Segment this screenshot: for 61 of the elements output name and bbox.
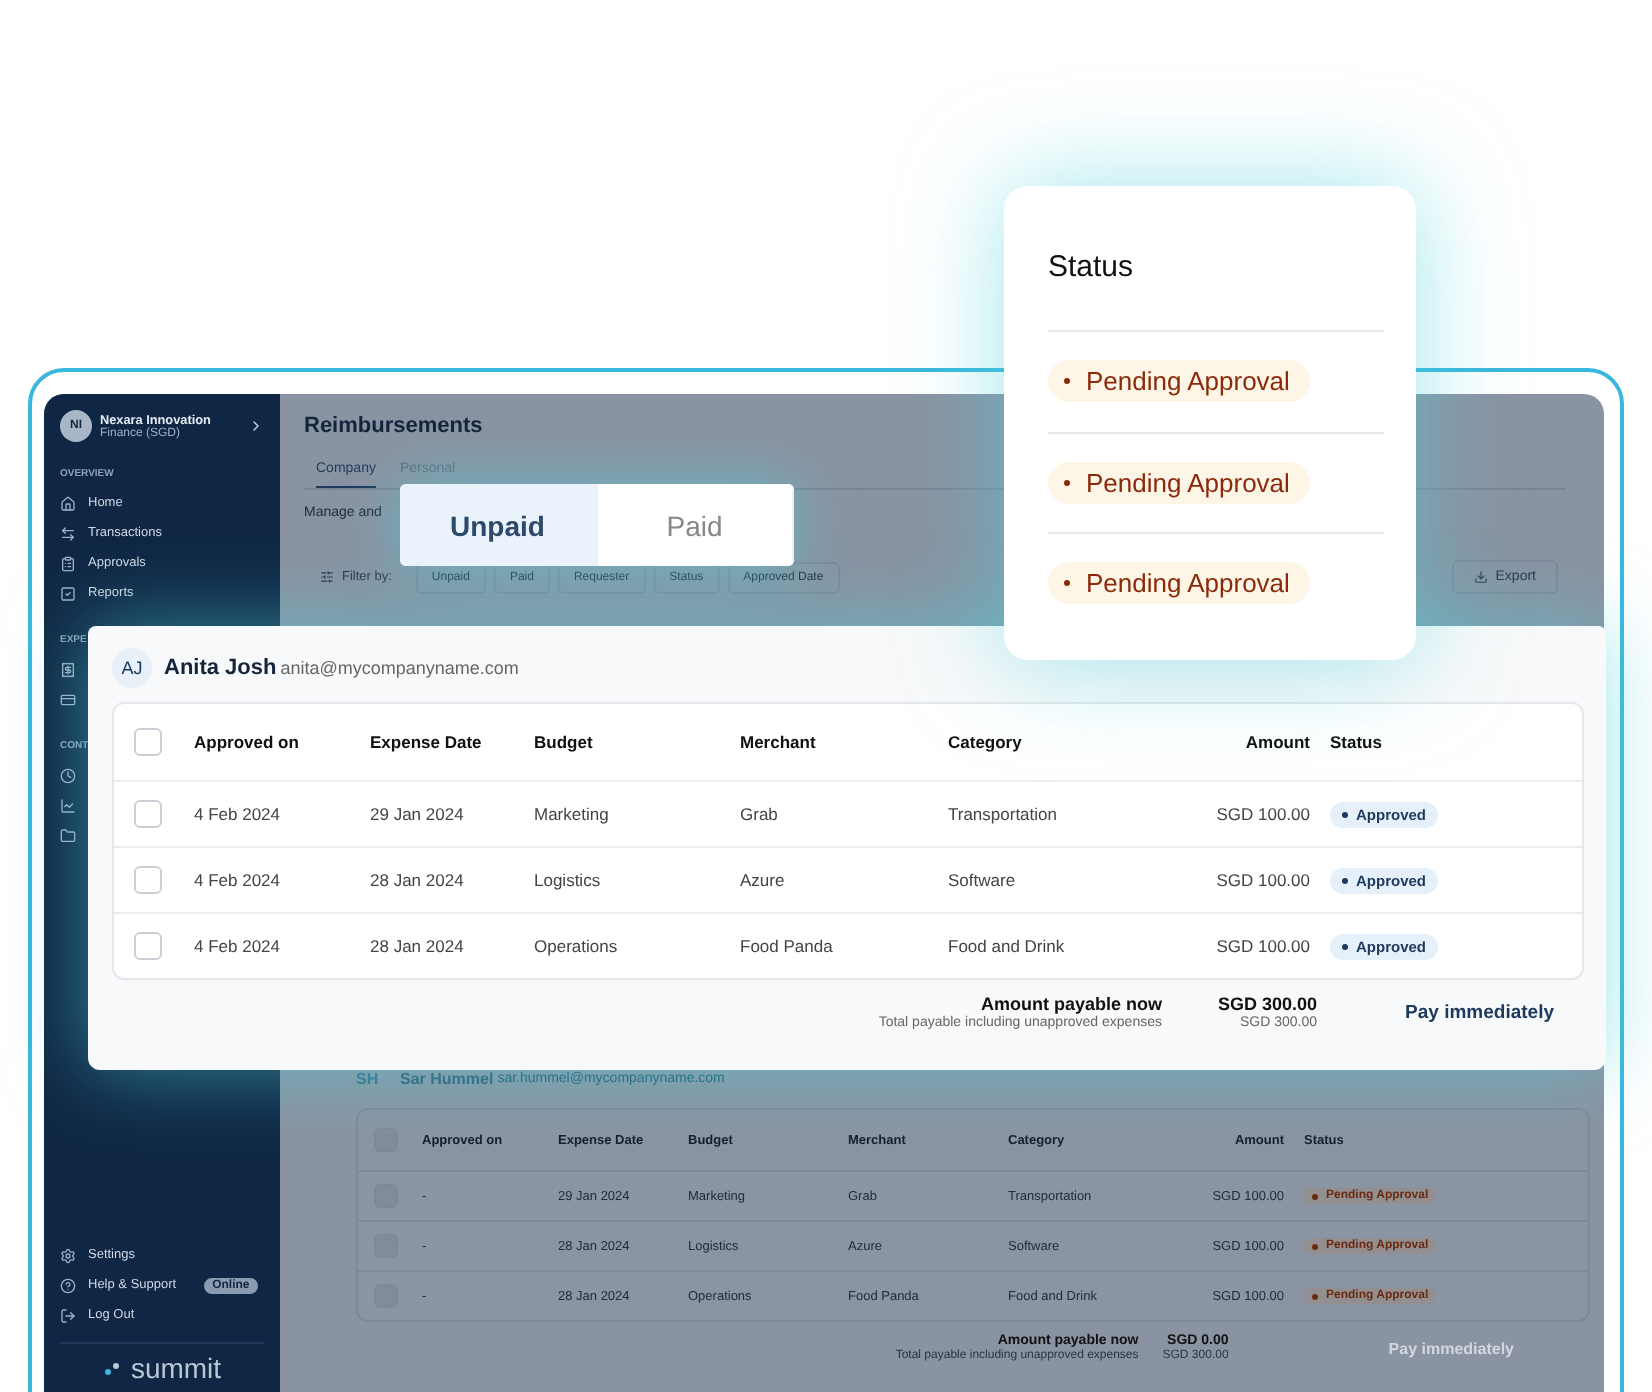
table-cell-text: Operations — [534, 936, 620, 956]
page-title: Reimbursements — [304, 414, 485, 438]
logout-icon — [60, 1307, 76, 1323]
column-header: Approved on — [194, 732, 301, 752]
table-cell-text: Software — [948, 870, 1018, 890]
column-header: Expense Date — [370, 732, 484, 752]
summary-label: Amount payable now — [980, 994, 1162, 1014]
clock-icon — [60, 767, 76, 783]
amount-payable: SGD 300.00 — [1218, 994, 1318, 1014]
table-cell-text: Logistics — [534, 870, 603, 890]
checkbox[interactable] — [134, 866, 162, 894]
requester-name: Sar Hummel — [400, 1070, 494, 1088]
column-header: Status — [1328, 732, 1384, 752]
status-badge: Pending Approval — [1048, 562, 1310, 605]
help-icon — [60, 1277, 76, 1293]
checkbox-icon — [60, 585, 76, 601]
clipboard-icon — [60, 555, 76, 571]
status-badge: Pending Approval — [1048, 461, 1310, 504]
folder-icon — [60, 827, 76, 843]
column-header: Budget — [534, 732, 595, 752]
table-cell-text: 29 Jan 2024 — [370, 804, 466, 824]
table-cell-text: 4 Feb 2024 — [194, 870, 283, 890]
table-cell-text: Food and Drink — [948, 936, 1067, 956]
card-icon — [60, 691, 76, 707]
receipt-icon — [60, 661, 76, 677]
toggle-option[interactable]: Paid — [597, 484, 794, 566]
requester-name: Anita Josh — [164, 656, 277, 680]
arrows-icon — [60, 525, 76, 541]
status-badge: Pending Approval — [1048, 360, 1310, 403]
table-cell-text: SGD 100.00 — [1214, 870, 1310, 890]
table-cell-text: Transportation — [948, 804, 1059, 824]
table-cell-text: 4 Feb 2024 — [194, 936, 283, 956]
table-cell-text: Grab — [740, 804, 780, 824]
chart-icon — [60, 797, 76, 813]
column-header: Category — [948, 732, 1024, 752]
card-title: Status — [1048, 250, 1136, 288]
table-cell-text: 28 Jan 2024 — [370, 870, 466, 890]
column-header: Merchant — [740, 732, 818, 752]
chevron-icon[interactable] — [248, 418, 264, 434]
home-icon — [60, 495, 76, 511]
logo-text: summit — [130, 1352, 222, 1384]
avatar: AJ — [112, 648, 152, 688]
pay-link[interactable]: Pay immediately — [1405, 1001, 1554, 1023]
toggle-option[interactable]: Unpaid — [400, 484, 597, 566]
table-cell-text: 4 Feb 2024 — [194, 804, 283, 824]
checkbox[interactable] — [134, 728, 162, 756]
table-cell-text: Food Panda — [740, 936, 835, 956]
filter-icon — [320, 570, 334, 584]
table-cell-text: SGD 100.00 — [1214, 804, 1310, 824]
requester-email: anita@mycompanyname.com — [280, 658, 519, 678]
download-icon — [1473, 570, 1488, 584]
table-cell-text: Azure — [740, 870, 787, 890]
settings-icon — [60, 1247, 76, 1263]
table-cell-text: SGD 100.00 — [1214, 936, 1310, 956]
checkbox[interactable] — [134, 932, 162, 960]
checkbox[interactable] — [134, 800, 162, 828]
table-cell-text: 28 Jan 2024 — [370, 936, 466, 956]
avatar: SH — [356, 1070, 381, 1088]
logo-icon — [102, 1358, 123, 1378]
table-cell-text: Marketing — [534, 804, 611, 824]
column-header: Amount — [1243, 732, 1310, 752]
